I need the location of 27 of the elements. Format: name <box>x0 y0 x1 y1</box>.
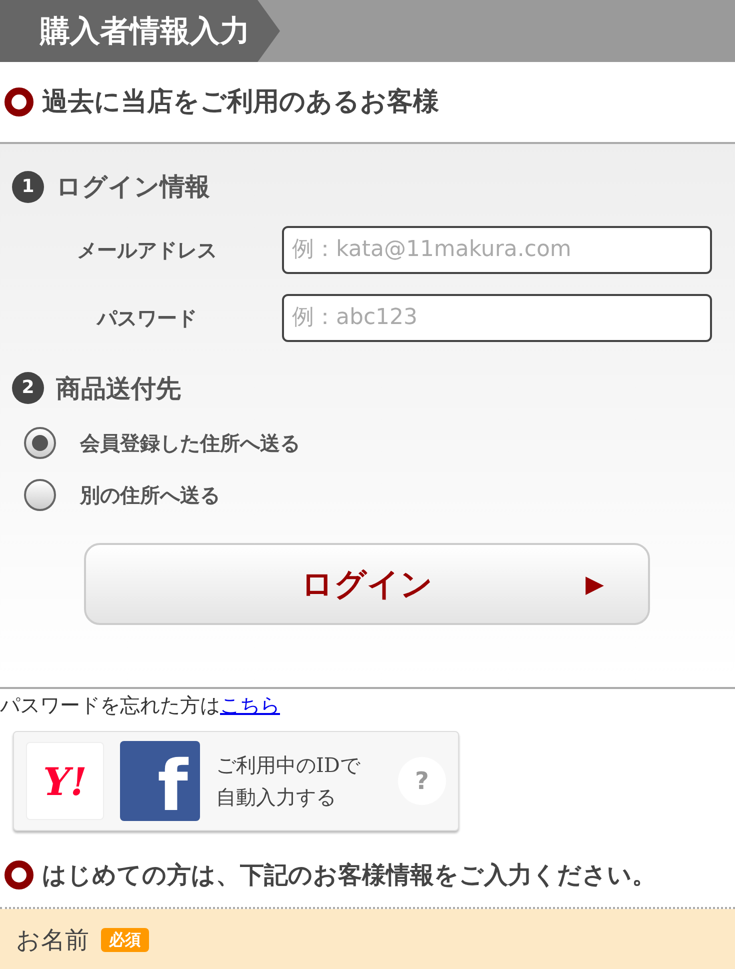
section-heading: はじめての方は、下記のお客様情報をご入力ください。 <box>42 860 656 891</box>
input-field[interactable]: 例：kata@11makura.com <box>282 226 712 274</box>
radio-label: 会員登録した住所へ送る <box>80 430 300 457</box>
field-label: メールアドレス <box>76 236 218 264</box>
subsection-title: ログイン情報 <box>56 171 210 203</box>
field-label: お名前 <box>16 925 89 956</box>
forgot-password-text: パスワードを忘れた方はこちら <box>0 692 281 719</box>
step-number: 2 <box>12 372 44 404</box>
facebook-logo[interactable]: f <box>120 741 200 821</box>
yahoo-logo[interactable]: Y! <box>26 742 104 820</box>
step-number: 1 <box>12 170 44 203</box>
radio-button[interactable] <box>24 479 56 511</box>
required-badge: 必須 <box>101 928 149 952</box>
radio-label: 別の住所へ送る <box>80 482 220 509</box>
login-button[interactable]: ログイン ▶ <box>84 543 650 625</box>
ring-bullet-icon <box>4 860 34 890</box>
radio-button[interactable] <box>24 427 56 459</box>
input-field[interactable]: 例：abc123 <box>282 294 712 342</box>
field-label: パスワード <box>95 304 198 332</box>
social-login-panel[interactable]: Y! f ご利用中のIDで 自動入力する ? <box>13 731 459 831</box>
subsection-title: 商品送付先 <box>56 372 181 404</box>
page-title: 購入者情報入力 <box>40 12 250 50</box>
here-link[interactable]: こちら <box>220 693 280 717</box>
section-heading: 過去に当店をご利用のあるお客様 <box>42 86 439 118</box>
social-login-text: ご利用中のIDで <box>216 752 360 779</box>
ring-bullet-icon <box>4 87 34 117</box>
social-login-text: 自動入力する <box>216 784 337 811</box>
